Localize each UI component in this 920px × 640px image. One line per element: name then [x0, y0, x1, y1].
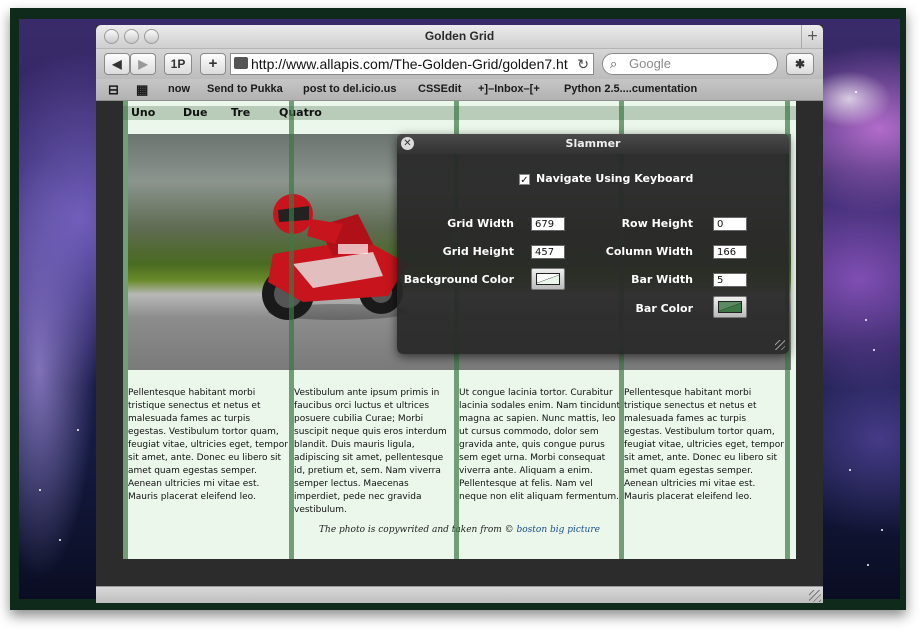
bar-color-preview: [718, 301, 742, 313]
grid-bar: [289, 101, 294, 559]
slammer-panel: ✕ Slammer ✓ Navigate Using Keyboard Grid …: [397, 134, 789, 354]
photo-caption: The photo is copywrited and taken from ©…: [123, 525, 796, 535]
reload-icon[interactable]: ↻: [577, 54, 589, 74]
bar-width-label: Bar Width: [631, 273, 693, 286]
nav-link-tre[interactable]: Tre: [231, 106, 250, 119]
column-width-label: Column Width: [605, 245, 693, 258]
toolbar: ◀ ▶ 1P + http://www.allapis.com/The-Gold…: [96, 49, 823, 79]
bookmark-cssedit[interactable]: CSSEdit: [418, 83, 461, 95]
window-title: Golden Grid: [424, 29, 495, 43]
grid-height-field[interactable]: [531, 245, 565, 259]
column-text-3: Ut congue lacinia tortor. Curabitur laci…: [459, 388, 620, 502]
bookmarks-bar: ⊟ ▦ now Send to Pukka post to del.icio.u…: [96, 79, 823, 101]
column-text-1: Pellentesque habitant morbi tristique se…: [128, 388, 288, 502]
bookmark-python-docs[interactable]: Python 2.5....cumentation: [564, 83, 697, 95]
add-bookmark-button[interactable]: +: [200, 53, 226, 75]
star: [59, 539, 61, 541]
back-button[interactable]: ◀: [104, 53, 130, 75]
rider-illustration: [262, 194, 408, 320]
column-text-2: Vestibulum ante ipsum primis in faucibus…: [294, 388, 447, 515]
bookmark-delicious[interactable]: post to del.icio.us: [303, 83, 397, 95]
grid-height-label: Grid Height: [442, 245, 514, 258]
page-nav: Uno Due Tre Quatro: [123, 106, 796, 120]
nav-link-due[interactable]: Due: [183, 106, 207, 119]
resize-grip-icon[interactable]: [809, 590, 821, 602]
navigate-keyboard-option[interactable]: ✓ Navigate Using Keyboard: [519, 172, 694, 186]
bar-color-swatch[interactable]: [713, 296, 747, 318]
row-height-field[interactable]: [713, 217, 747, 231]
forward-icon: ▶: [138, 57, 148, 71]
bookmark-send-to-pukka[interactable]: Send to Pukka: [207, 83, 283, 95]
column-text-4: Pellentesque habitant morbi tristique se…: [624, 388, 784, 502]
navigate-keyboard-label: Navigate Using Keyboard: [536, 172, 694, 185]
bar-width-field[interactable]: [713, 273, 747, 287]
debug-button[interactable]: ✱: [786, 53, 814, 75]
bug-icon: ✱: [794, 57, 806, 71]
star: [77, 429, 79, 431]
search-field[interactable]: ⌕ Google: [602, 53, 778, 75]
star: [873, 349, 875, 351]
url-text: http://www.allapis.com/The-Golden-Grid/g…: [251, 56, 568, 72]
bookmark-now[interactable]: now: [168, 83, 190, 95]
grid-width-label: Grid Width: [447, 217, 514, 230]
bookmark-inbox[interactable]: +]–Inbox–[+: [478, 83, 540, 95]
row-height-label: Row Height: [621, 217, 693, 230]
back-icon: ◀: [112, 57, 122, 71]
address-field[interactable]: http://www.allapis.com/The-Golden-Grid/g…: [230, 53, 594, 75]
book-icon[interactable]: ⊟: [108, 82, 119, 98]
slammer-title-bar[interactable]: ✕ Slammer: [397, 134, 789, 154]
search-placeholder: Google: [629, 56, 671, 71]
camera-icon: [234, 57, 248, 69]
star: [39, 489, 41, 491]
grid-width-field[interactable]: [531, 217, 565, 231]
panel-resize-icon[interactable]: [775, 340, 785, 350]
navigate-keyboard-checkbox[interactable]: ✓: [519, 174, 530, 186]
title-bar[interactable]: Golden Grid +: [96, 25, 823, 49]
forward-button[interactable]: ▶: [130, 53, 156, 75]
star: [867, 564, 869, 566]
star: [865, 319, 867, 321]
grid-bar: [123, 101, 128, 559]
search-icon: ⌕: [610, 56, 618, 71]
background-color-swatch[interactable]: [531, 268, 565, 290]
caption-link[interactable]: boston big picture: [517, 525, 600, 535]
nav-link-quatro[interactable]: Quatro: [279, 106, 322, 119]
plus-icon: +: [208, 55, 218, 72]
grid-icon[interactable]: ▦: [136, 82, 148, 98]
star: [881, 529, 883, 531]
new-tab-button[interactable]: +: [801, 25, 823, 49]
caption-text: The photo is copywrited and taken from ©: [319, 525, 517, 535]
nav-link-uno[interactable]: Uno: [131, 106, 155, 119]
column-width-field[interactable]: [713, 245, 747, 259]
background-color-label: Background Color: [403, 273, 514, 286]
onepassword-button[interactable]: 1P: [164, 53, 192, 75]
background-color-preview: [536, 273, 560, 285]
status-bar: [96, 586, 823, 603]
slammer-title: Slammer: [565, 137, 621, 150]
star: [849, 469, 851, 471]
bar-color-label: Bar Color: [635, 302, 693, 315]
star: [855, 91, 857, 93]
